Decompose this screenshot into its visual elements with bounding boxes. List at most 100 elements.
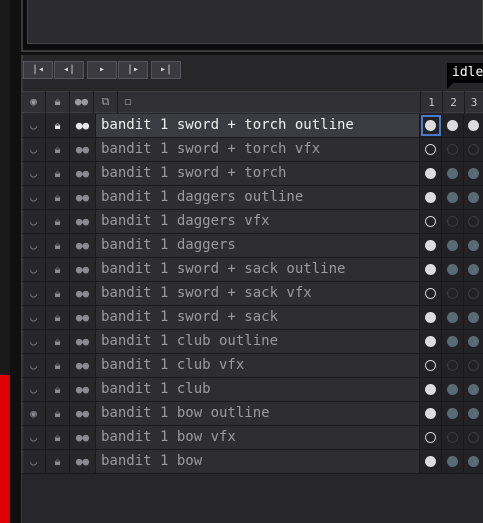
lock-toggle[interactable]: 🔒︎ [46,354,70,377]
link-toggle[interactable]: ●● [70,138,96,161]
frame-cel-2[interactable] [442,210,464,233]
frame-cel-3[interactable] [464,114,483,137]
frame-number-3[interactable]: 3 [464,91,483,113]
frame-cel-2[interactable] [442,114,464,137]
layer-name[interactable]: bandit 1 club vfx [96,354,420,377]
lock-toggle[interactable]: 🔒︎ [46,402,70,425]
layer-name[interactable]: bandit 1 daggers [96,234,420,257]
layer-row[interactable]: ◡ 🔒︎ ●● bandit 1 daggers vfx [22,210,483,234]
layer-name[interactable]: bandit 1 sword + sack [96,306,420,329]
layer-row[interactable]: ◡ 🔒︎ ●● bandit 1 bow vfx [22,426,483,450]
eye-closed-toggle[interactable]: ◡ [22,450,46,473]
layer-name[interactable]: bandit 1 sword + sack outline [96,258,420,281]
frame-cel-2[interactable] [442,306,464,329]
frame-cel-1[interactable] [420,426,442,449]
frame-cel-1[interactable] [420,138,442,161]
frame-number-1[interactable]: 1 [420,91,442,113]
lock-toggle[interactable]: 🔒︎ [46,258,70,281]
eye-closed-toggle[interactable]: ◡ [22,306,46,329]
frame-cel-3[interactable] [464,450,483,473]
layer-row[interactable]: ◡ 🔒︎ ●● bandit 1 club [22,378,483,402]
lock-toggle[interactable]: 🔒︎ [46,378,70,401]
layer-row[interactable]: ◡ 🔒︎ ●● bandit 1 daggers outline [22,186,483,210]
frame-cel-1[interactable] [420,186,442,209]
next-frame-button[interactable]: |▸ [118,61,148,79]
link-toggle[interactable]: ●● [70,402,96,425]
layer-row[interactable]: ◉ 🔒︎ ●● bandit 1 bow outline [22,402,483,426]
link-toggle[interactable]: ●● [70,282,96,305]
link-toggle[interactable]: ●● [70,162,96,185]
eye-closed-toggle[interactable]: ◡ [22,378,46,401]
layer-name[interactable]: bandit 1 sword + sack vfx [96,282,420,305]
layer-row[interactable]: ◡ 🔒︎ ●● bandit 1 sword + sack [22,306,483,330]
frame-cel-3[interactable] [464,330,483,353]
play-button[interactable]: ▸ [87,61,117,79]
layer-name[interactable]: bandit 1 bow [96,450,420,473]
frame-cel-3[interactable] [464,138,483,161]
eye-closed-toggle[interactable]: ◡ [22,282,46,305]
eye-closed-toggle[interactable]: ◡ [22,186,46,209]
last-frame-button[interactable]: ▸| [151,61,181,79]
link-icon[interactable]: ●● [70,91,94,113]
layer-name[interactable]: bandit 1 bow outline [96,402,420,425]
link-toggle[interactable]: ●● [70,354,96,377]
frame-cel-2[interactable] [442,234,464,257]
eye-closed-toggle[interactable]: ◡ [22,114,46,137]
layer-name[interactable]: bandit 1 club [96,378,420,401]
eye-closed-toggle[interactable]: ◡ [22,138,46,161]
layer-row[interactable]: ◡ 🔒︎ ●● bandit 1 club outline [22,330,483,354]
eye-closed-toggle[interactable]: ◡ [22,426,46,449]
frame-cel-3[interactable] [464,234,483,257]
eye-closed-toggle[interactable]: ◡ [22,354,46,377]
frame-toggle-icon[interactable]: ◻ [118,91,138,113]
layer-name[interactable]: bandit 1 sword + torch outline [96,114,420,137]
frame-cel-3[interactable] [464,354,483,377]
layer-row[interactable]: ◡ 🔒︎ ●● bandit 1 bow [22,450,483,474]
frame-cel-2[interactable] [442,162,464,185]
lock-toggle[interactable]: 🔒︎ [46,138,70,161]
frame-cel-1[interactable] [420,330,442,353]
frame-cel-1[interactable] [420,258,442,281]
layer-row[interactable]: ◡ 🔒︎ ●● bandit 1 sword + torch [22,162,483,186]
link-toggle[interactable]: ●● [70,378,96,401]
link-toggle[interactable]: ●● [70,450,96,473]
eye-closed-toggle[interactable]: ◡ [22,234,46,257]
frame-cel-2[interactable] [442,138,464,161]
link-toggle[interactable]: ●● [70,210,96,233]
frame-cel-2[interactable] [442,426,464,449]
layer-name[interactable]: bandit 1 bow vfx [96,426,420,449]
frame-cel-3[interactable] [464,378,483,401]
lock-toggle[interactable]: 🔒︎ [46,426,70,449]
frame-cel-1[interactable] [420,282,442,305]
frame-cel-2[interactable] [442,330,464,353]
lock-icon[interactable]: 🔒︎ [46,91,70,113]
link-toggle[interactable]: ●● [70,234,96,257]
frame-cel-1[interactable] [420,450,442,473]
eye-toggle[interactable]: ◉ [22,402,46,425]
prev-frame-button[interactable]: ◂| [54,61,84,79]
eye-icon[interactable]: ◉ [22,91,46,113]
layer-row[interactable]: ◡ 🔒︎ ●● bandit 1 sword + torch outline [22,114,483,138]
frame-cel-2[interactable] [442,186,464,209]
layer-stack-icon[interactable]: ⧉ [94,91,118,113]
frame-cel-3[interactable] [464,186,483,209]
frame-cel-2[interactable] [442,282,464,305]
lock-toggle[interactable]: 🔒︎ [46,210,70,233]
layer-row[interactable]: ◡ 🔒︎ ●● bandit 1 club vfx [22,354,483,378]
layer-name[interactable]: bandit 1 club outline [96,330,420,353]
frame-cel-1[interactable] [420,402,442,425]
lock-toggle[interactable]: 🔒︎ [46,186,70,209]
link-toggle[interactable]: ●● [70,330,96,353]
eye-closed-toggle[interactable]: ◡ [22,210,46,233]
link-toggle[interactable]: ●● [70,306,96,329]
lock-toggle[interactable]: 🔒︎ [46,330,70,353]
frame-cel-1[interactable] [420,378,442,401]
layer-name[interactable]: bandit 1 sword + torch [96,162,420,185]
frame-cel-1[interactable] [420,114,442,137]
frame-cel-1[interactable] [420,354,442,377]
eye-closed-toggle[interactable]: ◡ [22,330,46,353]
lock-toggle[interactable]: 🔒︎ [46,114,70,137]
frame-cel-3[interactable] [464,258,483,281]
frame-number-2[interactable]: 2 [442,91,464,113]
frame-cel-3[interactable] [464,282,483,305]
